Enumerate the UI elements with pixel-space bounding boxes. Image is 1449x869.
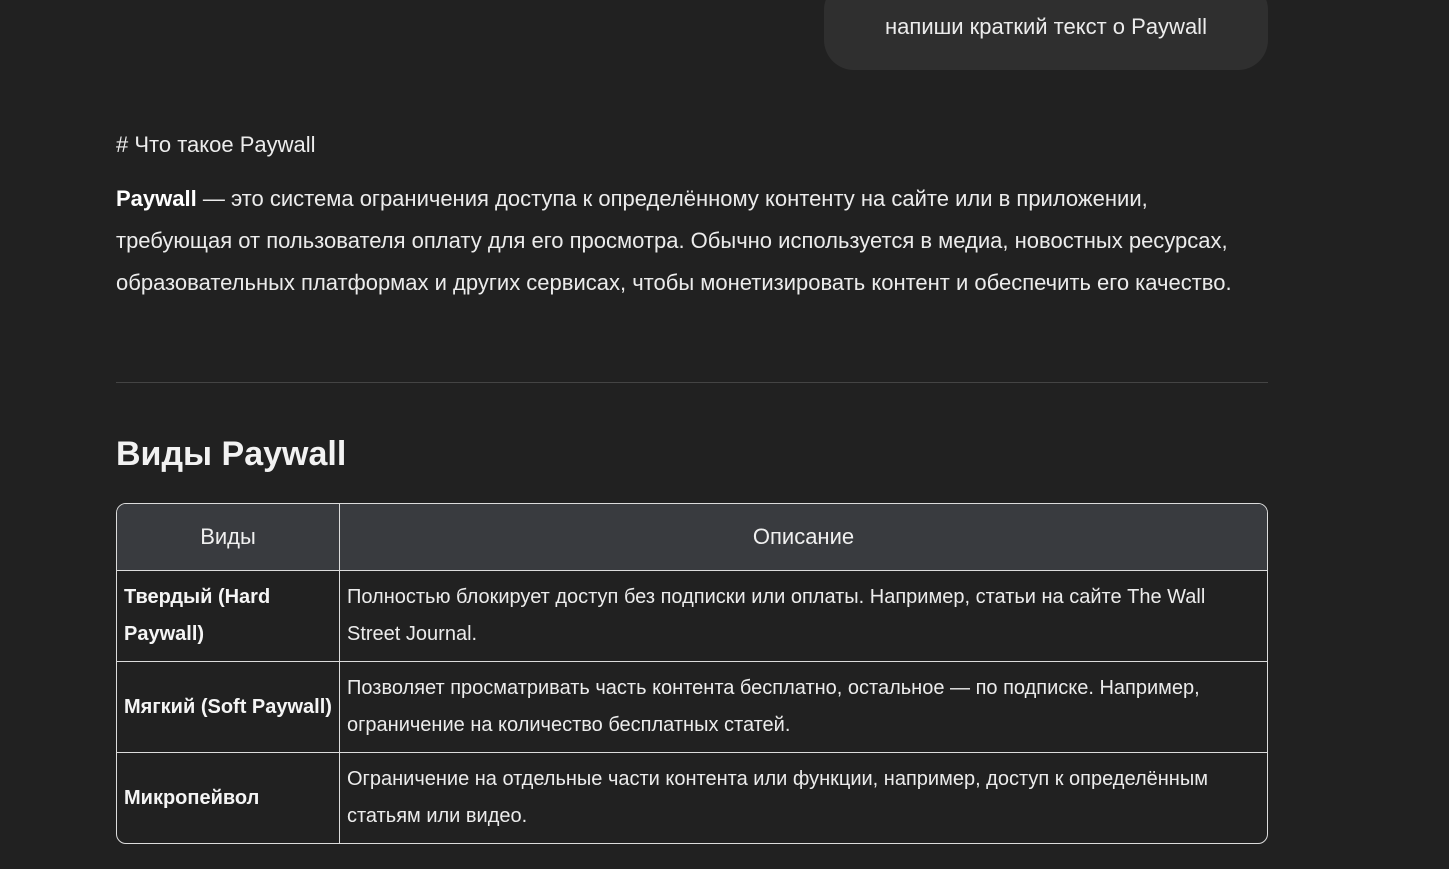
intro-paragraph: Paywall — это система ограничения доступ… [116,178,1266,304]
raw-markdown-heading: # Что такое Paywall [116,132,316,157]
table-header-type: Виды [117,504,340,571]
intro-bold-term: Paywall [116,186,197,211]
table-cell-type: Микропейвол [117,752,340,843]
table-cell-description: Ограничение на отдельные части контента … [347,768,1208,827]
table-cell-type: Твердый (Hard Paywall) [117,570,340,662]
table-header-row: Виды Описание [117,504,1267,571]
table-header-description: Описание [339,504,1267,571]
paywall-types-table: Виды Описание Твердый (Hard Paywall) Пол… [116,503,1268,844]
table-row: Мягкий (Soft Paywall) Позволяет просматр… [117,661,1267,753]
section-title: Виды Paywall [116,435,347,473]
table-row: Твердый (Hard Paywall) Полностью блокиру… [117,570,1267,662]
user-message-text: напиши краткий текст о Paywall [885,14,1207,39]
user-message-bubble: напиши краткий текст о Paywall [824,0,1268,70]
table-row: Микропейвол Ограничение на отдельные час… [117,752,1267,843]
table-cell-type: Мягкий (Soft Paywall) [117,661,340,753]
chat-page: напиши краткий текст о Paywall # Что так… [0,0,1449,869]
intro-text: — это система ограничения доступа к опре… [116,186,1232,295]
table-cell-description: Позволяет просматривать часть контента б… [339,661,1267,753]
section-divider [116,382,1268,383]
table-cell-description: Полностью блокирует доступ без подписки … [339,570,1267,662]
